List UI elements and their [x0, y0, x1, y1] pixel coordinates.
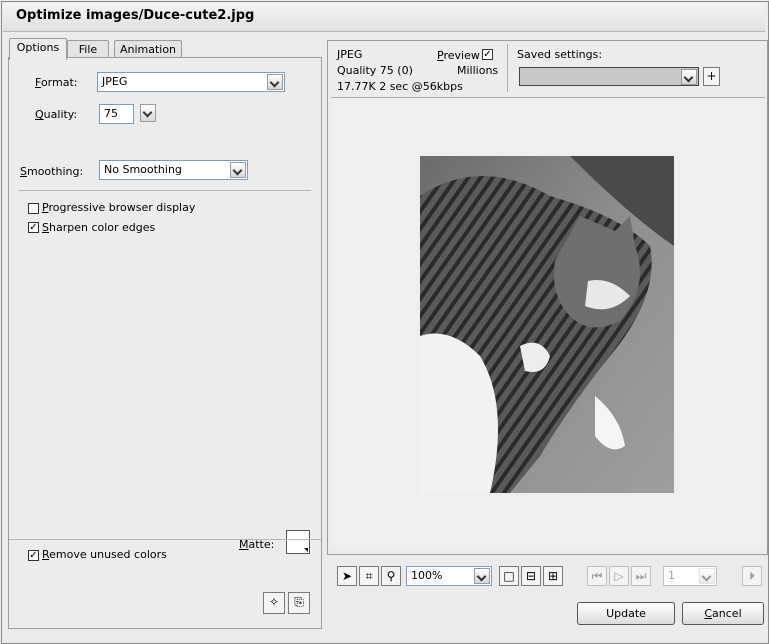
next-frame-icon: ⏵ [748, 569, 755, 583]
two-up-view-button[interactable]: ⊟ [521, 566, 541, 586]
info-quality: Quality 75 (0) [337, 64, 413, 77]
zoom-value: 100% [411, 569, 443, 582]
tab-options[interactable]: Options [9, 38, 67, 60]
last-frame-icon: ⏭ [635, 569, 647, 583]
divider [507, 44, 508, 92]
sharpen-label: Sharpen color edges [42, 221, 156, 234]
info-format: JPEG [337, 48, 363, 61]
first-frame-button[interactable]: ⏮ [587, 566, 607, 586]
last-frame-button[interactable]: ⏭ [631, 566, 651, 586]
four-up-view-button[interactable]: ⊞ [543, 566, 563, 586]
smoothing-label: Smoothing: [20, 165, 84, 178]
matte-color-swatch[interactable] [286, 530, 310, 554]
smoothing-value: No Smoothing [104, 163, 182, 176]
first-frame-icon: ⏮ [591, 569, 603, 583]
zoom-dropdown[interactable]: 100% [406, 566, 492, 586]
options-panel [8, 57, 322, 629]
quality-input[interactable]: 75 [99, 104, 134, 124]
pointer-tool[interactable]: ➤ [337, 566, 357, 586]
frame-value: 1 [668, 569, 675, 582]
format-value: JPEG [102, 75, 128, 88]
quality-value: 75 [104, 107, 118, 120]
preview-checkbox[interactable]: ✓ [482, 49, 493, 60]
format-dropdown[interactable]: JPEG [97, 72, 285, 92]
zoom-icon: ⚲ [386, 569, 396, 583]
info-size: 17.77K 2 sec @56kbps [337, 80, 463, 93]
saved-settings-label: Saved settings: [517, 48, 603, 61]
preview-label: Preview [437, 49, 480, 62]
chevron-down-icon [304, 548, 308, 552]
preview-image [420, 156, 674, 493]
update-button[interactable]: Update [577, 602, 675, 625]
four-up-view-icon: ⊞ [547, 569, 559, 583]
progressive-label: Progressive browser display [42, 201, 196, 214]
saved-settings-dropdown[interactable] [519, 67, 699, 86]
play-icon: ▷ [614, 569, 624, 583]
title-bar: Optimize images/Duce-cute2.jpg [3, 3, 765, 32]
progressive-checkbox[interactable] [28, 203, 39, 214]
cancel-button[interactable]: Cancel [682, 602, 764, 625]
chevron-down-icon[interactable] [230, 162, 246, 178]
divider [18, 190, 311, 191]
export-button[interactable]: ⎘ [288, 592, 310, 614]
divider [9, 539, 321, 540]
zoom-tool[interactable]: ⚲ [381, 566, 401, 586]
crop-tool[interactable]: ⌗ [359, 566, 379, 586]
quality-slider-button[interactable] [140, 104, 156, 122]
single-view-button[interactable]: □ [499, 566, 519, 586]
pointer-icon: ➤ [341, 569, 353, 583]
chevron-down-icon[interactable] [267, 74, 283, 90]
format-label: Format: [35, 76, 78, 89]
remove-unused-label: Remove unused colors [42, 548, 167, 561]
crop-icon: ⌗ [365, 569, 373, 583]
two-up-view-icon: ⊟ [525, 569, 537, 583]
chevron-down-icon[interactable] [699, 568, 715, 584]
quality-label: Quality: [35, 108, 78, 121]
next-frame-button[interactable]: ⏵ [742, 566, 762, 586]
add-saved-setting-button[interactable]: + [703, 67, 720, 86]
chevron-down-icon[interactable] [474, 568, 490, 584]
info-colors: Millions [457, 64, 499, 77]
optimize-wizard-icon: ✧ [268, 595, 280, 609]
smoothing-dropdown[interactable]: No Smoothing [99, 160, 248, 180]
export-icon: ⎘ [294, 595, 304, 609]
sharpen-checkbox[interactable]: ✓ [28, 222, 39, 233]
frame-dropdown[interactable]: 1 [663, 566, 717, 586]
play-button[interactable]: ▷ [609, 566, 629, 586]
chevron-down-icon[interactable] [681, 69, 697, 85]
remove-unused-checkbox[interactable]: ✓ [28, 550, 39, 561]
single-view-icon: □ [503, 569, 515, 583]
window-title: Optimize images/Duce-cute2.jpg [16, 8, 255, 23]
optimize-wizard-button[interactable]: ✧ [263, 592, 285, 614]
